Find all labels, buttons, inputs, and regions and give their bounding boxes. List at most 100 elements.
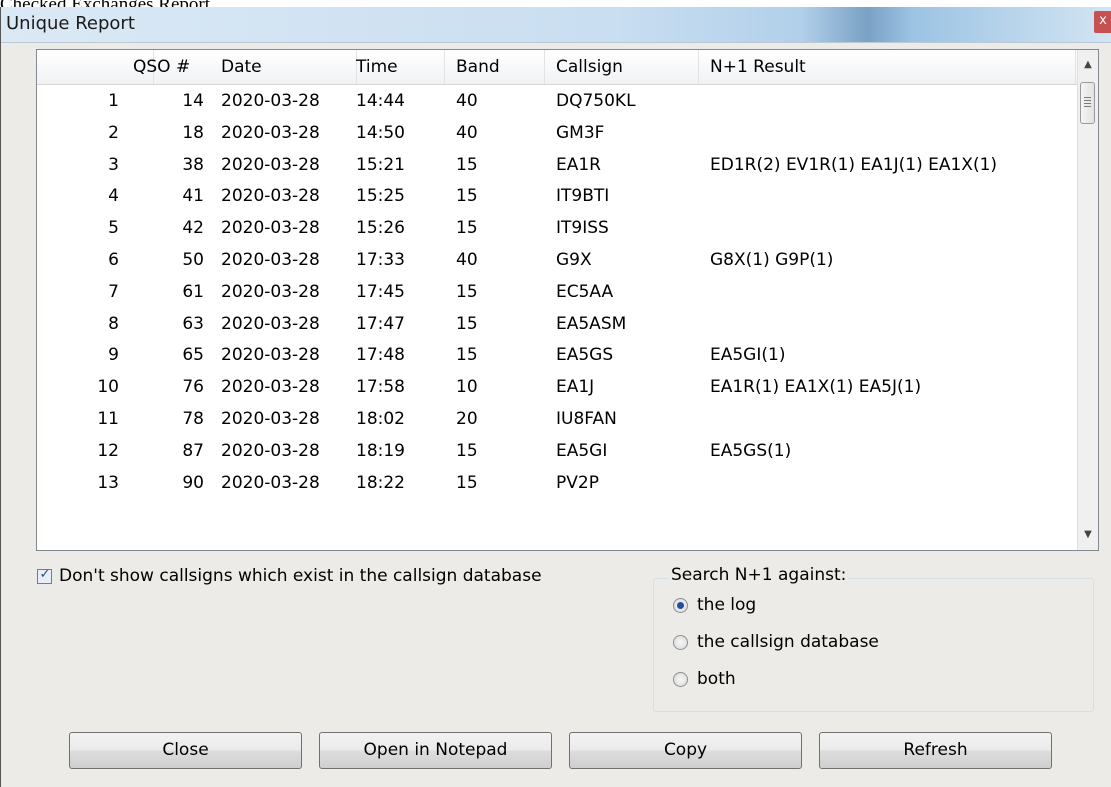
cell-callsign: EA5GS xyxy=(556,345,614,366)
cell-index: 5 xyxy=(108,218,119,239)
cell-qso: 76 xyxy=(182,377,204,398)
cell-time: 15:21 xyxy=(356,154,405,175)
cell-time: 18:22 xyxy=(356,472,405,493)
table-row[interactable]: 3 38 2020-03-28 15:21 15 EA1R ED1R(2) EV1R(1) … xyxy=(37,149,1077,181)
cell-time: 14:44 xyxy=(356,91,405,111)
radio-option-callsign-database[interactable]: the callsign database xyxy=(673,632,879,652)
cell-time: 17:45 xyxy=(356,281,405,302)
cell-qso: 63 xyxy=(182,313,204,334)
cell-band: 40 xyxy=(456,122,478,143)
report-table[interactable]: QSO # Date Time Band Callsign N+1 Result… xyxy=(36,49,1099,551)
table-row[interactable]: 7 61 2020-03-28 17:45 15 EC5AA xyxy=(37,276,1077,308)
cell-qso: 50 xyxy=(182,249,204,270)
table-row[interactable]: 5 42 2020-03-28 15:26 15 IT9ISS xyxy=(37,212,1077,244)
radio-callsign-database-label[interactable]: the callsign database xyxy=(697,632,879,652)
cell-band: 15 xyxy=(456,440,478,461)
table-row[interactable]: 10 76 2020-03-28 17:58 10 EA1J EA1R(1) EA1X(1)… xyxy=(37,371,1077,403)
cell-time: 14:50 xyxy=(356,122,405,143)
radio-both[interactable] xyxy=(673,671,688,687)
cell-qso: 41 xyxy=(182,186,204,207)
table-row[interactable]: 8 63 2020-03-28 17:47 15 EA5ASM xyxy=(37,308,1077,340)
cell-index: 8 xyxy=(108,313,119,334)
column-header-callsign[interactable]: Callsign xyxy=(544,50,699,84)
table-row[interactable]: 4 41 2020-03-28 15:25 15 IT9BTI xyxy=(37,180,1077,212)
cell-callsign: EA5GI xyxy=(556,440,608,461)
cell-time: 17:58 xyxy=(356,377,405,398)
arrow-up-icon[interactable]: ▲ xyxy=(1078,54,1098,76)
cell-time: 15:25 xyxy=(356,186,405,207)
radio-log[interactable] xyxy=(673,597,688,613)
cell-n1-result: G8X(1) G9P(1) xyxy=(710,249,834,270)
radio-log-label[interactable]: the log xyxy=(697,595,756,615)
cell-time: 17:48 xyxy=(356,345,405,366)
cell-band: 20 xyxy=(456,408,478,429)
cell-date: 2020-03-28 xyxy=(221,313,320,334)
table-row[interactable]: 1 14 2020-03-28 14:44 40 DQ750KL xyxy=(37,85,1077,117)
hide-known-callsigns-option[interactable]: ✓ Don't show callsigns which exist in th… xyxy=(37,564,542,588)
cell-qso: 65 xyxy=(182,345,204,366)
table-row[interactable]: 2 18 2020-03-28 14:50 40 GM3F xyxy=(37,117,1077,149)
cell-band: 15 xyxy=(456,218,478,239)
table-row[interactable]: 6 50 2020-03-28 17:33 40 G9X G8X(1) G9P(1) xyxy=(37,244,1077,276)
cell-index: 1 xyxy=(108,91,119,111)
close-button[interactable]: Close xyxy=(69,732,302,769)
cell-callsign: EC5AA xyxy=(556,281,614,302)
refresh-button[interactable]: Refresh xyxy=(819,732,1052,769)
column-header-band[interactable]: Band xyxy=(444,50,545,84)
table-row[interactable]: 13 90 2020-03-28 18:22 15 PV2P xyxy=(37,467,1077,499)
cell-qso: 38 xyxy=(182,154,204,175)
vertical-scrollbar[interactable]: ▲ ▼ xyxy=(1077,50,1098,550)
column-header-qso[interactable]: QSO # xyxy=(133,50,205,84)
scrollbar-thumb[interactable] xyxy=(1080,82,1095,124)
cell-time: 18:02 xyxy=(356,408,405,429)
cell-time: 15:26 xyxy=(356,218,405,239)
radio-both-label[interactable]: both xyxy=(697,669,736,689)
cell-qso: 61 xyxy=(182,281,204,302)
cell-date: 2020-03-28 xyxy=(221,472,320,493)
column-header-date[interactable]: Date xyxy=(209,50,357,84)
cell-date: 2020-03-28 xyxy=(221,408,320,429)
cell-callsign: IU8FAN xyxy=(556,408,617,429)
column-header-n1-result[interactable]: N+1 Result xyxy=(698,50,1076,84)
table-header: QSO # Date Time Band Callsign N+1 Result xyxy=(37,50,1077,85)
radio-option-log[interactable]: the log xyxy=(673,595,756,615)
cell-band: 15 xyxy=(456,281,478,302)
cell-index: 3 xyxy=(108,154,119,175)
cell-callsign: PV2P xyxy=(556,472,599,493)
radio-callsign-database[interactable] xyxy=(673,634,688,650)
cell-band: 15 xyxy=(456,345,478,366)
cell-callsign: GM3F xyxy=(556,122,605,143)
arrow-down-icon[interactable]: ▼ xyxy=(1078,524,1098,546)
cell-callsign: EA5ASM xyxy=(556,313,627,334)
cell-band: 15 xyxy=(456,154,478,175)
open-in-notepad-button[interactable]: Open in Notepad xyxy=(319,732,552,769)
table-body: 1 14 2020-03-28 14:44 40 DQ750KL 2 18 2020-03-28… xyxy=(37,85,1077,498)
cell-n1-result: EA5GI(1) xyxy=(710,345,786,366)
cell-date: 2020-03-28 xyxy=(221,122,320,143)
cell-index: 10 xyxy=(97,377,119,398)
cell-callsign: IT9ISS xyxy=(556,218,609,239)
hide-known-callsigns-checkbox[interactable]: ✓ xyxy=(37,567,52,584)
cell-index: 7 xyxy=(108,281,119,302)
cell-index: 4 xyxy=(108,186,119,207)
cell-date: 2020-03-28 xyxy=(221,281,320,302)
radio-option-both[interactable]: both xyxy=(673,669,736,689)
column-header-time[interactable]: Time xyxy=(344,50,445,84)
copy-button[interactable]: Copy xyxy=(569,732,802,769)
table-row[interactable]: 9 65 2020-03-28 17:48 15 EA5GS EA5GI(1) xyxy=(37,339,1077,371)
table-row[interactable]: 12 87 2020-03-28 18:19 15 EA5GI EA5GS(1) xyxy=(37,435,1077,467)
cell-date: 2020-03-28 xyxy=(221,377,320,398)
cell-band: 15 xyxy=(456,472,478,493)
cell-callsign: EA1R xyxy=(556,154,601,175)
unique-report-dialog: Unique Report x QSO # Date Time Band Cal… xyxy=(0,7,1111,787)
close-window-icon[interactable]: x xyxy=(1094,11,1111,33)
hide-known-callsigns-label[interactable]: Don't show callsigns which exist in the … xyxy=(59,566,542,586)
table-row[interactable]: 11 78 2020-03-28 18:02 20 IU8FAN xyxy=(37,403,1077,435)
cell-callsign: EA1J xyxy=(556,377,595,398)
cell-n1-result: EA1R(1) EA1X(1) EA5J(1) xyxy=(710,377,922,398)
cell-date: 2020-03-28 xyxy=(221,91,320,111)
cell-index: 11 xyxy=(97,408,119,429)
cell-date: 2020-03-28 xyxy=(221,186,320,207)
cell-index: 9 xyxy=(108,345,119,366)
cell-index: 13 xyxy=(97,472,119,493)
